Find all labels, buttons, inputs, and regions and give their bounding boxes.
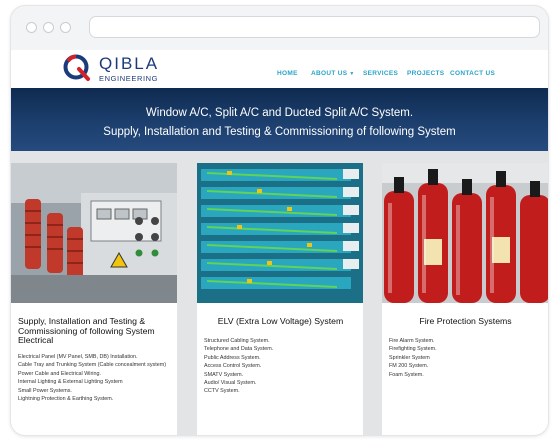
list-item: Foam System. <box>389 371 424 378</box>
logo-title[interactable]: QIBLA <box>99 54 159 74</box>
list-item: FM 200 System. <box>389 363 429 370</box>
list-item: Internal Lighting & External Lighting Sy… <box>18 379 123 386</box>
logo-subtitle: ENGINEERING <box>99 74 159 83</box>
list-item: SMATV System. <box>204 371 244 378</box>
card-title: Supply, Installation and Testing & Commi… <box>18 316 155 346</box>
service-card-electrical: Supply, Installation and Testing & Commi… <box>11 163 177 435</box>
service-card-fire-protection: Fire Protection Systems Fire Alarm Syste… <box>382 163 548 435</box>
fire-extinguishers-photo <box>382 163 548 303</box>
hero-line-1: Window A/C, Split A/C and Ducted Split A… <box>145 107 414 119</box>
address-bar[interactable] <box>89 16 540 38</box>
list-item: Firefighting System. <box>389 346 437 353</box>
service-card-elv: ELV (Extra Low Voltage) System Structure… <box>197 163 363 435</box>
hero-line-2: Supply, Installation and Testing & Commi… <box>103 126 456 138</box>
list-item: Public Address System. <box>204 354 261 361</box>
card-item-list: Structured Cabling System. Telephone and… <box>204 337 357 396</box>
site-header: QIBLA ENGINEERING HOME ABOUT US ▼ SERVICE… <box>11 50 548 96</box>
hero-banner: Window A/C, Split A/C and Ducted Split A… <box>11 88 548 151</box>
list-item: Power Cable and Electrical Wiring. <box>18 370 101 377</box>
chevron-down-icon: ▼ <box>349 71 355 77</box>
list-item: Cable Tray and Trunking System (Cable co… <box>18 362 167 369</box>
card-title: Fire Protection Systems <box>419 316 512 326</box>
list-item: Sprinkler System <box>389 354 430 361</box>
browser-window: QIBLA ENGINEERING HOME ABOUT US ▼ SERVICE… <box>11 6 548 435</box>
nav-about-us-label: ABOUT US <box>311 70 348 77</box>
list-item: Lightning Protection & Earthing System. <box>18 396 114 403</box>
window-minimize-dot[interactable] <box>43 22 54 33</box>
list-item: Telephone and Data System. <box>204 346 274 353</box>
nav-services[interactable]: SERVICES <box>363 70 398 77</box>
nav-about-us[interactable]: ABOUT US ▼ <box>311 70 355 77</box>
nav-contact-us[interactable]: CONTACT US <box>450 70 495 77</box>
list-item: Fire Alarm System. <box>389 338 435 344</box>
card-item-list: Fire Alarm System. Firefighting System. … <box>389 337 542 379</box>
card-title: ELV (Extra Low Voltage) System <box>217 316 344 326</box>
window-maximize-dot[interactable] <box>60 22 71 33</box>
list-item: Access Control System. <box>204 363 262 370</box>
list-item: Audio/ Visual System. <box>204 380 257 387</box>
card-item-list: Electrical Panel (MV Panel, SMB, DB) Ins… <box>18 353 171 403</box>
list-item: Electrical Panel (MV Panel, SMB, DB) Ins… <box>18 354 138 360</box>
window-close-dot[interactable] <box>26 22 37 33</box>
electrical-switchgear-photo <box>11 163 177 303</box>
list-item: CCTV System. <box>204 388 240 395</box>
list-item: Structured Cabling System. <box>204 338 270 344</box>
web-page: QIBLA ENGINEERING HOME ABOUT US ▼ SERVICE… <box>11 50 548 435</box>
network-patch-panel-photo <box>197 163 363 303</box>
list-item: Small Power Systems. <box>18 387 72 394</box>
nav-projects[interactable]: PROJECTS <box>407 70 444 77</box>
nav-home[interactable]: HOME <box>277 70 298 77</box>
qibla-logo-icon[interactable] <box>63 54 91 82</box>
browser-chrome <box>11 6 548 50</box>
